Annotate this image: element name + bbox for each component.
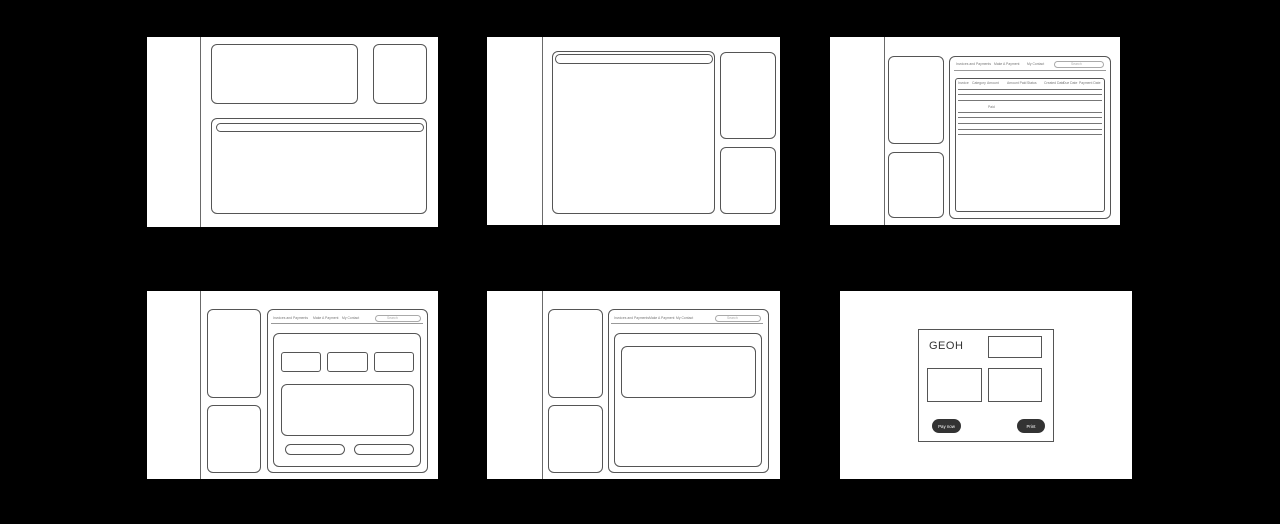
search-placeholder: Search <box>727 315 738 320</box>
sidebar-divider <box>542 37 543 225</box>
main-search-bar[interactable] <box>555 54 713 64</box>
wireframe-dashboard <box>147 37 438 227</box>
nav-my-contact[interactable]: My Contact <box>676 316 693 320</box>
wireframe-invoices-table: Invoices and Payments Make A Payment My … <box>830 37 1120 225</box>
nav-underline <box>954 70 1106 71</box>
form-button-left[interactable] <box>285 444 345 455</box>
col-amount: Amount <box>987 81 999 85</box>
info-box-left <box>927 368 982 402</box>
side-card-bottom <box>720 147 776 214</box>
table-row <box>958 129 1102 130</box>
col-status: Status <box>1027 81 1037 85</box>
wireframe-main-panel <box>487 37 780 225</box>
col-due-date: Due Date <box>1063 81 1078 85</box>
form-field-1[interactable] <box>281 352 321 372</box>
table-row <box>958 134 1102 135</box>
list-panel <box>211 118 427 214</box>
col-payment-date: Payment Date <box>1079 81 1101 85</box>
table-row <box>958 89 1102 90</box>
col-category: Category <box>972 81 986 85</box>
col-created-date: Created Date <box>1044 81 1065 85</box>
print-button[interactable]: Print <box>1017 419 1045 433</box>
nav-make-payment[interactable]: Make A Payment <box>994 62 1019 66</box>
invoices-table <box>955 78 1105 212</box>
sidebar-divider <box>542 291 543 479</box>
form-field-2[interactable] <box>327 352 368 372</box>
table-cell-status: Paid <box>988 105 995 109</box>
info-box-top <box>988 336 1042 358</box>
side-card-bottom <box>888 152 944 218</box>
side-card-top <box>207 309 261 398</box>
nav-make-payment[interactable]: Make A Payment <box>649 316 674 320</box>
detail-card <box>621 346 756 398</box>
side-card-top <box>888 56 944 144</box>
nav-invoices-payments[interactable]: Invoices and Payments <box>956 62 991 66</box>
nav-make-payment[interactable]: Make A Payment <box>313 316 338 320</box>
list-search-bar[interactable] <box>216 123 424 132</box>
form-button-right[interactable] <box>354 444 414 455</box>
pay-now-button[interactable]: Pay now <box>932 419 961 433</box>
side-card-bottom <box>207 405 261 473</box>
side-card-top <box>548 309 603 398</box>
col-amount-paid: Amount Paid <box>1007 81 1027 85</box>
table-row <box>958 112 1102 113</box>
table-row <box>958 117 1102 118</box>
search-placeholder: Search <box>387 315 398 320</box>
table-row <box>958 123 1102 124</box>
geoh-logo: GEOH <box>929 340 964 352</box>
info-box-right <box>988 368 1042 402</box>
sidebar-divider <box>200 291 201 479</box>
wireframe-payment-detail: Invoices and Payments Make A Payment My … <box>487 291 780 479</box>
side-card-bottom <box>548 405 603 473</box>
nav-underline <box>611 323 763 324</box>
nav-invoices-payments[interactable]: Invoices and Payments <box>273 316 308 320</box>
form-field-3[interactable] <box>374 352 414 372</box>
main-panel <box>552 51 715 214</box>
search-placeholder: Search <box>1071 61 1082 66</box>
nav-my-contact[interactable]: My Contact <box>1027 62 1044 66</box>
sidebar-divider <box>200 37 201 227</box>
nav-underline <box>271 323 423 324</box>
nav-my-contact[interactable]: My Contact <box>342 316 359 320</box>
search-input[interactable] <box>375 315 421 322</box>
search-input[interactable] <box>715 315 761 322</box>
side-card-top <box>720 52 776 139</box>
table-row <box>958 94 1102 95</box>
wireframe-payment-form: Invoices and Payments Make A Payment My … <box>147 291 438 479</box>
col-invoice: Invoice <box>958 81 969 85</box>
table-row <box>958 100 1102 101</box>
sidebar-divider <box>884 37 885 225</box>
summary-card <box>211 44 358 104</box>
side-card <box>373 44 427 104</box>
form-textarea[interactable] <box>281 384 414 436</box>
wireframe-receipt: GEOH Pay now Print <box>840 291 1132 479</box>
nav-invoices-payments[interactable]: Invoices and Payments <box>614 316 649 320</box>
